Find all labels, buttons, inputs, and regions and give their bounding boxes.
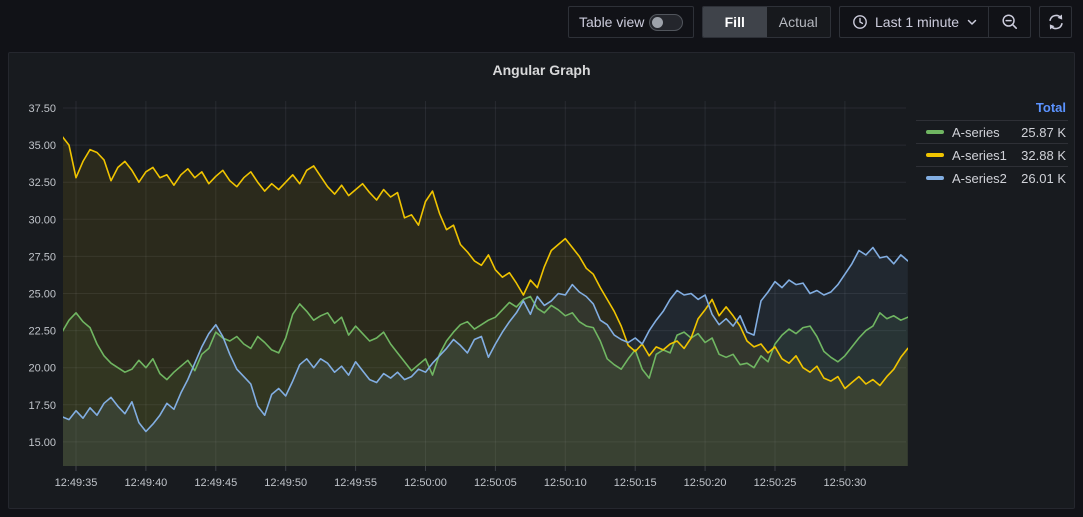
- x-axis-label: 12:49:55: [334, 477, 377, 489]
- legend-series-total-value: 25.87 K: [1021, 125, 1066, 140]
- y-axis-label: 30.00: [28, 214, 56, 226]
- refresh-button[interactable]: [1039, 6, 1072, 38]
- x-axis-label: 12:49:50: [264, 477, 307, 489]
- legend-series-total-value: 32.88 K: [1021, 148, 1066, 163]
- y-axis-label: 32.50: [28, 177, 56, 189]
- table-view-toggle-switch[interactable]: [649, 14, 683, 31]
- legend-total-header[interactable]: Total: [916, 95, 1068, 120]
- x-axis-label: 12:50:25: [754, 477, 797, 489]
- x-axis-label: 12:49:35: [55, 477, 98, 489]
- series-color-swatch: [926, 130, 944, 134]
- time-range-button[interactable]: Last 1 minute: [840, 7, 988, 37]
- zoom-out-button[interactable]: [989, 7, 1030, 37]
- x-axis-label: 12:49:40: [124, 477, 167, 489]
- toggle-knob: [652, 17, 663, 28]
- y-axis-label: 37.50: [28, 103, 56, 115]
- x-axis-label: 12:50:10: [544, 477, 587, 489]
- legend-item-a-series2[interactable]: A-series2 26.01 K: [916, 166, 1068, 189]
- series-color-swatch: [926, 153, 944, 157]
- legend: Total A-series 25.87 K A-series1 32.88 K…: [916, 95, 1068, 189]
- table-view-label: Table view: [579, 14, 644, 30]
- y-axis-label: 27.50: [28, 251, 56, 263]
- y-axis-label: 22.50: [28, 326, 56, 338]
- legend-item-a-series[interactable]: A-series 25.87 K: [916, 120, 1068, 143]
- table-view-toggle-button[interactable]: Table view: [568, 6, 694, 38]
- fill-actual-segmented-control: Fill Actual: [702, 6, 831, 38]
- legend-item-a-series1[interactable]: A-series1 32.88 K: [916, 143, 1068, 166]
- legend-series-label: A-series2: [952, 171, 1007, 186]
- x-axis-label: 12:50:20: [684, 477, 727, 489]
- y-axis-label: 15.00: [28, 437, 56, 449]
- y-axis-label: 20.00: [28, 363, 56, 375]
- refresh-icon: [1047, 13, 1065, 31]
- y-axis-label: 17.50: [28, 400, 56, 412]
- legend-series-label: A-series: [952, 125, 1000, 140]
- x-axis-label: 12:50:05: [474, 477, 517, 489]
- zoom-out-magnifier-minus-icon: [1001, 13, 1019, 31]
- series-color-swatch: [926, 176, 944, 180]
- legend-series-total-value: 26.01 K: [1021, 171, 1066, 186]
- fill-option-button[interactable]: Fill: [703, 7, 767, 37]
- actual-option-button[interactable]: Actual: [767, 7, 831, 37]
- y-axis-label: 35.00: [28, 140, 56, 152]
- x-axis-label: 12:50:15: [614, 477, 657, 489]
- time-range-label: Last 1 minute: [875, 14, 959, 30]
- x-axis-label: 12:50:00: [404, 477, 447, 489]
- toolbar: Table view Fill Actual Last 1 minute: [0, 0, 1083, 44]
- y-axis-label: 25.00: [28, 289, 56, 301]
- time-picker-group: Last 1 minute: [839, 6, 1031, 38]
- x-axis-label: 12:49:45: [194, 477, 237, 489]
- x-axis-label: 12:50:30: [823, 477, 866, 489]
- legend-series-label: A-series1: [952, 148, 1007, 163]
- graph-panel: Angular Graph 37.5035.0032.5030.0027.502…: [8, 52, 1075, 509]
- chevron-down-icon: [966, 16, 978, 28]
- clock-icon: [852, 14, 868, 30]
